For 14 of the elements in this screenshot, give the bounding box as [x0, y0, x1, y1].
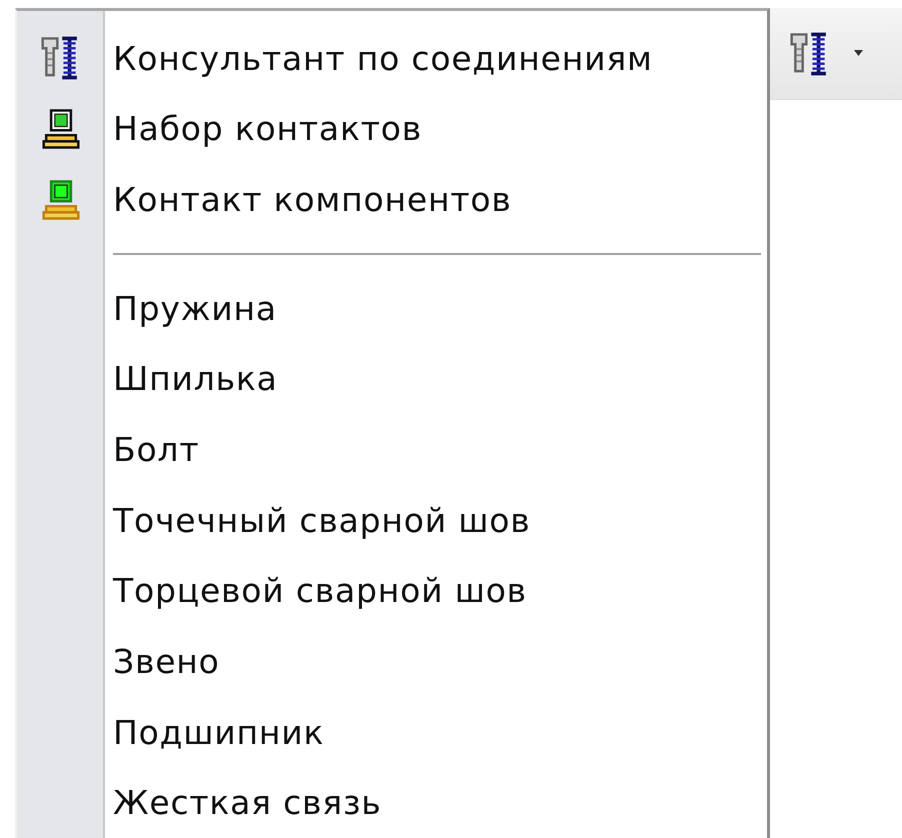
- menu-item[interactable]: Торцевой сварной шов: [113, 571, 527, 610]
- computer-icon: [40, 108, 82, 150]
- menu-item[interactable]: Подшипник: [113, 712, 324, 752]
- menu-item[interactable]: Шпилька: [113, 359, 278, 398]
- menu-item[interactable]: Жесткая связь: [113, 783, 382, 822]
- menu-item[interactable]: Точечный сварной шов: [113, 500, 531, 540]
- menu-item[interactable]: Набор контактов: [113, 109, 422, 148]
- menu-item[interactable]: Контакт компонентов: [113, 180, 512, 220]
- menu-item[interactable]: Консультант по соединениям: [113, 38, 653, 78]
- menu-item[interactable]: Болт: [113, 430, 200, 469]
- computer-icon: [40, 178, 82, 221]
- menu-item[interactable]: Пружина: [113, 288, 277, 328]
- toolbar-button[interactable]: [770, 8, 902, 100]
- menu-item[interactable]: Звено: [113, 642, 220, 681]
